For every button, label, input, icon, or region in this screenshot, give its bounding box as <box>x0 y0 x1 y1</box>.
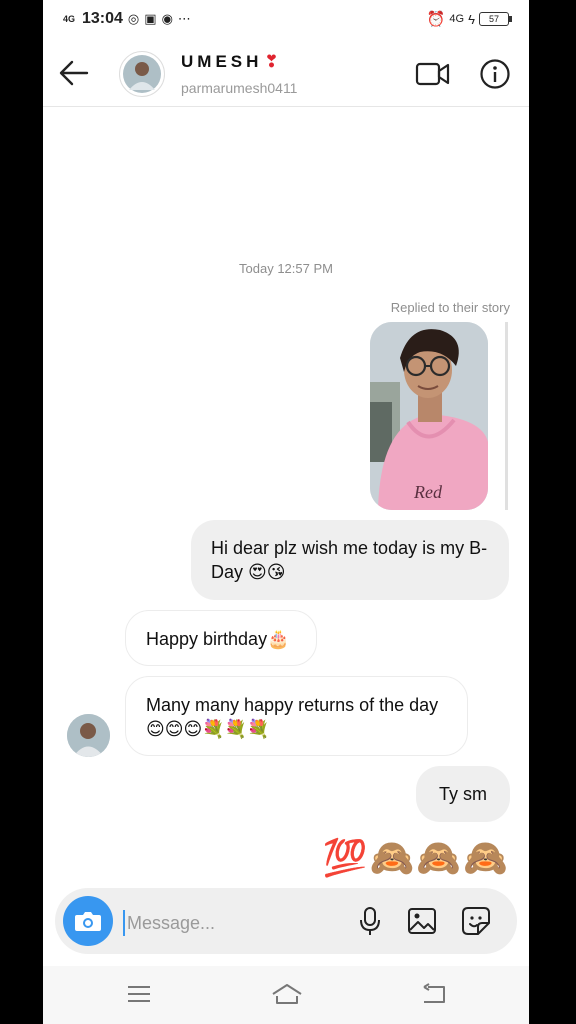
back-arrow-icon[interactable] <box>57 56 91 90</box>
heart-emoji: ❣ <box>264 52 279 71</box>
message-bubble-outgoing[interactable]: Ty sm <box>416 766 510 822</box>
chat-timestamp: Today 12:57 PM <box>239 261 333 276</box>
status-bar: 4G 13:04 ◎ ▣ ◉ ⋯ ⏰ 4G ϟ 57 <box>43 0 529 40</box>
message-bubble-outgoing[interactable]: Hi dear plz wish me today is my B-Day 😍😘 <box>191 520 509 600</box>
message-text: Many many happy returns of the day 😊😊😊💐💐… <box>146 695 439 739</box>
more-dots-icon: ⋯ <box>177 11 191 26</box>
contact-avatar[interactable] <box>119 51 165 97</box>
battery-level: 57 <box>479 12 512 26</box>
story-thumbnail[interactable]: Red <box>370 322 488 510</box>
network-type: 4G <box>449 13 465 25</box>
message-text: Happy birthday🎂 <box>146 629 290 649</box>
gallery-icon[interactable] <box>407 906 437 936</box>
home-icon[interactable] <box>271 982 303 1006</box>
charging-icon: ϟ <box>468 11 475 27</box>
network-indicator: 4G <box>63 14 76 24</box>
chrome-icon: ◉ <box>161 11 173 26</box>
camera-button[interactable] <box>63 896 113 946</box>
message-bubble-incoming[interactable]: Happy birthday🎂 <box>125 610 317 666</box>
message-composer <box>55 888 517 954</box>
alarm-icon: ⏰ <box>426 11 446 28</box>
camera-icon <box>75 912 101 931</box>
message-text: Ty sm <box>439 784 487 804</box>
contact-username[interactable]: parmarumesh0411 <box>181 80 297 96</box>
status-time: 13:04 <box>82 10 123 27</box>
menu-icon[interactable] <box>125 982 153 1006</box>
sender-avatar[interactable] <box>67 714 110 757</box>
message-bubble-incoming[interactable]: Many many happy returns of the day 😊😊😊💐💐… <box>125 676 468 756</box>
info-icon[interactable] <box>479 58 511 90</box>
chat-header: UMESH ❣ parmarumesh0411 <box>43 40 529 107</box>
emoji-message[interactable]: 💯🙈🙈🙈 <box>323 836 510 880</box>
story-reply-line <box>505 322 508 510</box>
microphone-icon[interactable] <box>355 906 385 936</box>
phone-screen: 4G 13:04 ◎ ▣ ◉ ⋯ ⏰ 4G ϟ 57 UMESH ❣ parma… <box>43 0 529 1024</box>
whatsapp-icon: ◎ <box>127 11 140 26</box>
video-call-icon[interactable] <box>415 60 451 88</box>
contact-name[interactable]: UMESH ❣ <box>181 52 279 72</box>
sticker-icon[interactable] <box>461 906 491 936</box>
instagram-icon: ▣ <box>144 11 157 26</box>
back-nav-icon[interactable] <box>420 982 448 1006</box>
message-input[interactable] <box>123 910 329 936</box>
message-text: Hi dear plz wish me today is my B-Day 😍😘 <box>211 538 488 582</box>
svg-text:Red: Red <box>413 482 443 502</box>
system-nav-bar <box>43 966 529 1024</box>
replied-story-label: Replied to their story <box>390 300 510 315</box>
